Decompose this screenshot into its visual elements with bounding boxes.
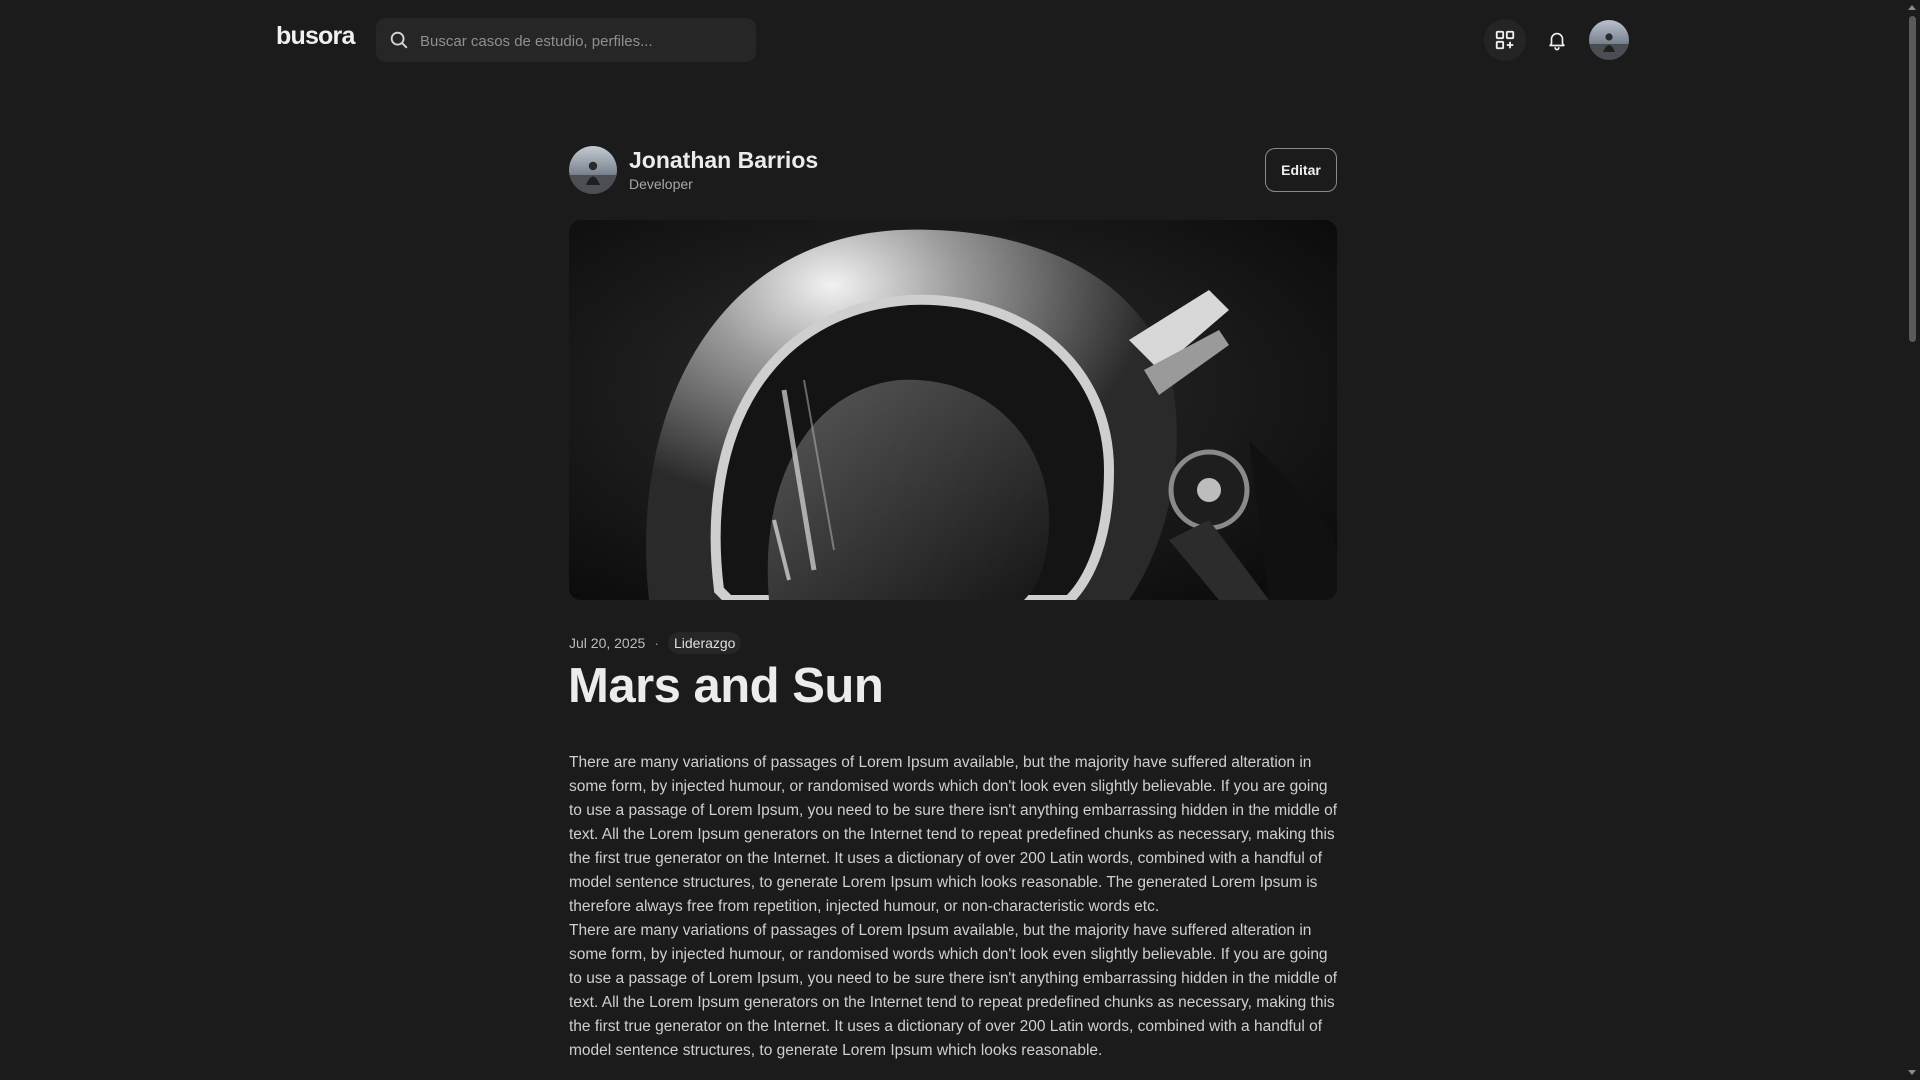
search-icon — [390, 31, 408, 49]
category-tag[interactable]: Liderazgo — [667, 632, 742, 654]
meta-separator: · — [654, 635, 659, 651]
notifications-button[interactable] — [1536, 19, 1578, 61]
user-avatar[interactable] — [1589, 20, 1629, 60]
hero-image — [569, 220, 1337, 600]
author-role: Developer — [629, 176, 693, 192]
page: busora Buscar casos de estudio, perfiles… — [0, 0, 1920, 1080]
edit-button[interactable]: Editar — [1265, 148, 1337, 192]
bell-icon — [1549, 32, 1565, 51]
article-title: Mars and Sun — [568, 659, 884, 713]
article-meta: Jul 20, 2025 · Liderazgo — [569, 631, 742, 655]
author-header: Jonathan Barrios Developer Editar — [569, 146, 1337, 196]
article-body: There are many variations of passages of… — [569, 751, 1339, 1063]
logo[interactable]: busora — [276, 22, 355, 51]
scroll-down-arrow-icon[interactable] — [1908, 1070, 1916, 1075]
page-scrollbar[interactable] — [1905, 0, 1920, 1080]
author-name[interactable]: Jonathan Barrios — [629, 147, 818, 174]
article-paragraph: There are many variations of passages of… — [569, 922, 1338, 1059]
scroll-up-arrow-icon[interactable] — [1908, 5, 1916, 10]
author-avatar[interactable] — [569, 146, 617, 194]
apps-add-button[interactable] — [1484, 19, 1526, 61]
scrollbar-thumb[interactable] — [1909, 16, 1916, 342]
apps-add-icon — [1495, 30, 1515, 50]
article-date: Jul 20, 2025 — [569, 635, 646, 651]
search-input[interactable] — [418, 18, 748, 64]
article-paragraph: There are many variations of passages of… — [569, 754, 1338, 915]
search-box[interactable] — [376, 18, 756, 64]
top-bar: busora — [0, 0, 1905, 80]
